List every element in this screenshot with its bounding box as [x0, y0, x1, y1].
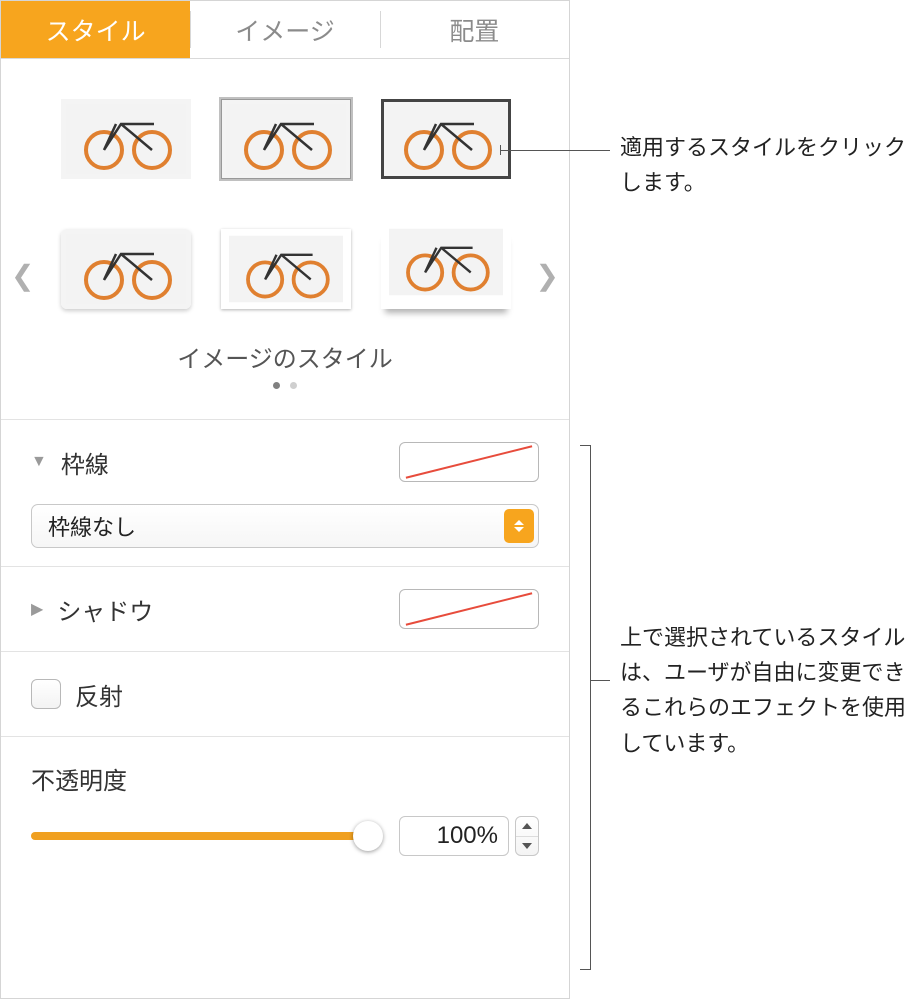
opacity-stepper-up[interactable] [516, 817, 538, 837]
image-styles-label: イメージのスタイル [31, 339, 539, 374]
opacity-controls: 100% [31, 816, 539, 856]
tab-style[interactable]: スタイル [1, 1, 190, 58]
border-row: ▼ 枠線 [31, 438, 539, 486]
opacity-slider[interactable] [31, 832, 379, 840]
tab-image-label: イメージ [235, 12, 335, 48]
border-label: 枠線 [61, 445, 109, 480]
callout-2-bottom-tick [580, 969, 590, 970]
inspector-tabs: スタイル イメージ 配置 [1, 1, 569, 59]
style-preset-thin-border[interactable] [221, 99, 351, 179]
opacity-section: 不透明度 100% [1, 736, 569, 880]
style-preset-rounded[interactable] [61, 229, 191, 309]
reflection-label: 反射 [75, 677, 123, 712]
style-presets-area: ❮ ❯ イメージのスタイル [1, 59, 569, 419]
shadow-section: ▶ シャドウ [1, 566, 569, 651]
callout-1-leader [500, 150, 610, 151]
callout-2-bracket [590, 445, 591, 970]
callout-2-leader [590, 680, 610, 681]
opacity-value-field[interactable]: 100% [399, 816, 509, 856]
tab-arrange[interactable]: 配置 [380, 1, 569, 58]
tab-style-label: スタイル [46, 12, 146, 48]
page-dot-1[interactable] [273, 382, 280, 389]
reflection-row: 反射 [31, 670, 539, 718]
shadow-disclosure-icon[interactable]: ▶ [31, 599, 43, 619]
border-type-select[interactable]: 枠線なし [31, 504, 539, 548]
opacity-value-text: 100% [437, 822, 498, 850]
callout-apply-style: 適用するスタイルをクリックします。 [620, 130, 910, 200]
style-preset-white-frame[interactable] [221, 229, 351, 309]
style-page-dots [31, 382, 539, 389]
shadow-row: ▶ シャドウ [31, 585, 539, 633]
opacity-stepper: 100% [399, 816, 539, 856]
opacity-slider-thumb[interactable] [353, 821, 383, 851]
reflection-checkbox[interactable] [31, 679, 61, 709]
styles-prev-arrow[interactable]: ❮ [11, 259, 34, 292]
select-stepper-icon [504, 509, 534, 543]
styles-next-arrow[interactable]: ❯ [536, 259, 559, 292]
style-preset-none[interactable] [61, 99, 191, 179]
callout-effects: 上で選択されているスタイルは、ユーザが自由に変更できるこれらのエフェクトを使用し… [620, 620, 910, 761]
shadow-label: シャドウ [57, 592, 153, 627]
style-preset-grid [31, 99, 539, 309]
format-inspector-panel: スタイル イメージ 配置 ❮ ❯ [0, 0, 570, 999]
border-disclosure-icon[interactable]: ▼ [31, 453, 47, 471]
style-preset-polaroid[interactable] [381, 229, 511, 309]
tab-image[interactable]: イメージ [190, 1, 379, 58]
opacity-stepper-down[interactable] [516, 837, 538, 856]
opacity-label: 不透明度 [31, 761, 539, 796]
tab-arrange-label: 配置 [449, 12, 499, 48]
callout-2-top-tick [580, 445, 590, 446]
reflection-section: 反射 [1, 651, 569, 736]
opacity-stepper-buttons [515, 816, 539, 856]
callout-1-tick [500, 145, 501, 155]
border-section: ▼ 枠線 枠線なし [1, 419, 569, 566]
border-swatch[interactable] [399, 442, 539, 482]
style-preset-thick-border[interactable] [381, 99, 511, 179]
page-dot-2[interactable] [290, 382, 297, 389]
border-select-value: 枠線なし [48, 510, 136, 542]
shadow-swatch[interactable] [399, 589, 539, 629]
